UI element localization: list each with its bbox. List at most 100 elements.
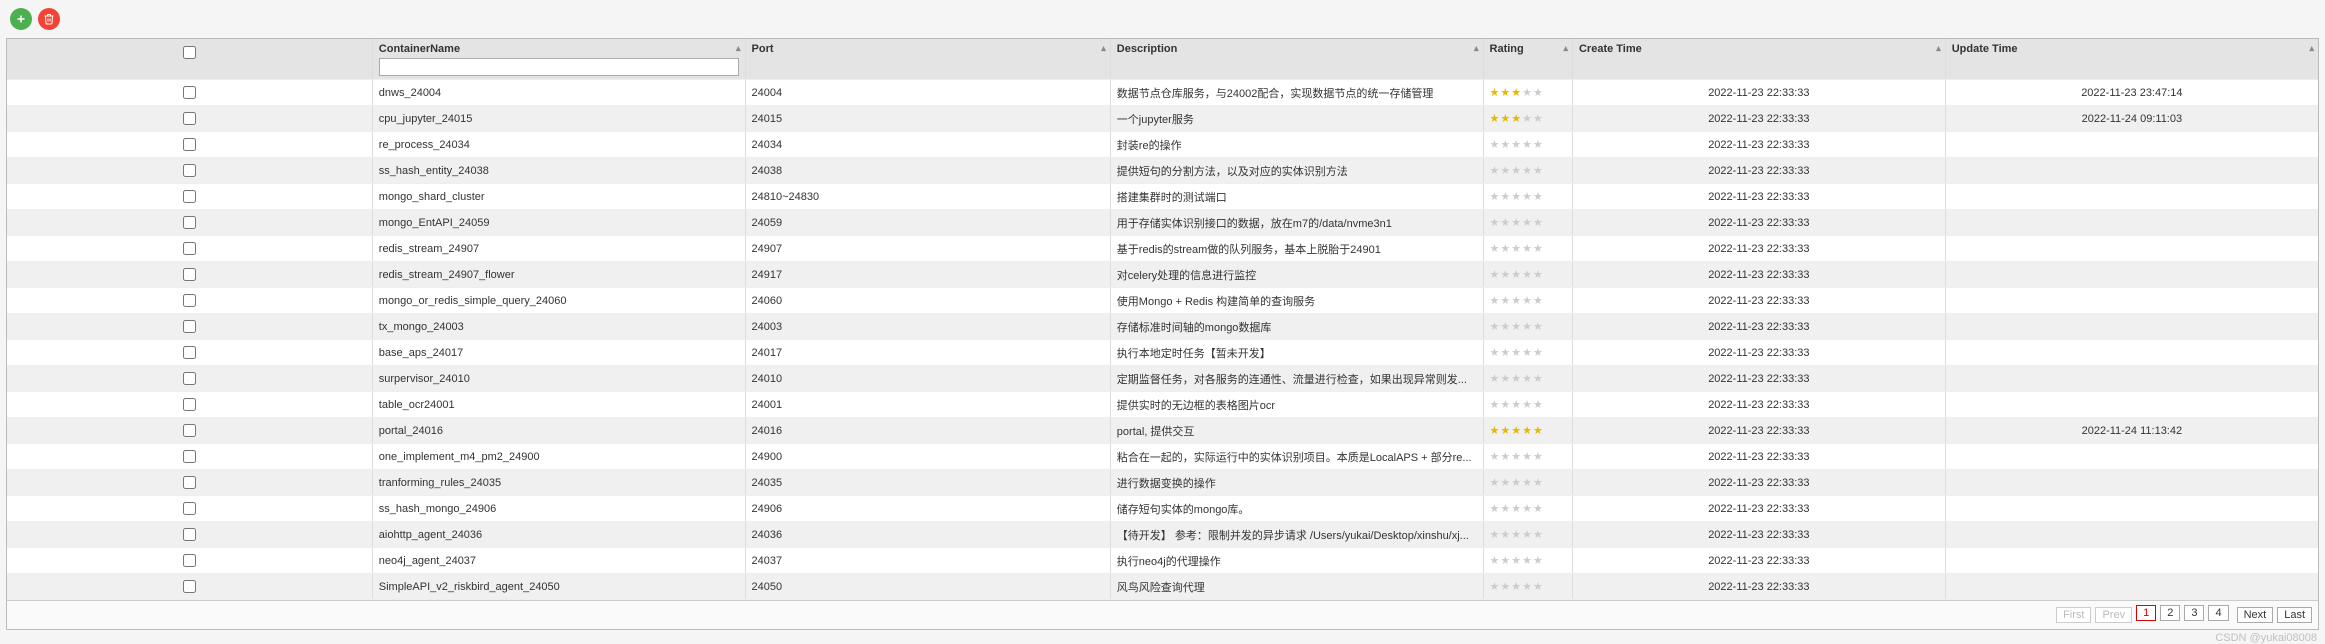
rating-stars: ★★★★★	[1490, 555, 1544, 567]
table-row[interactable]: SimpleAPI_v2_riskbird_agent_2405024050风鸟…	[7, 574, 2318, 600]
table-row[interactable]: mongo_shard_cluster24810~24830搭建集群时的测试端口…	[7, 184, 2318, 210]
cell-update-time	[1945, 470, 2318, 496]
table-row[interactable]: mongo_or_redis_simple_query_2406024060使用…	[7, 288, 2318, 314]
page-number-button[interactable]: 1	[2136, 605, 2156, 621]
cell-description: 风鸟风险查询代理	[1110, 574, 1483, 600]
row-checkbox[interactable]	[183, 216, 196, 229]
page-number-button[interactable]: 2	[2160, 605, 2180, 621]
cell-create-time: 2022-11-23 22:33:33	[1572, 314, 1945, 340]
cell-update-time	[1945, 392, 2318, 418]
table-row[interactable]: surpervisor_2401024010定期监督任务，对各服务的连通性、流量…	[7, 366, 2318, 392]
filter-name-input[interactable]	[379, 58, 739, 76]
trash-icon	[43, 13, 55, 25]
cell-update-time	[1945, 262, 2318, 288]
row-checkbox[interactable]	[183, 268, 196, 281]
rating-stars: ★★★★★	[1490, 581, 1544, 593]
table-row[interactable]: dnws_2400424004数据节点仓库服务，与24002配合，实现数据节点的…	[7, 80, 2318, 106]
cell-container-name: SimpleAPI_v2_riskbird_agent_24050	[372, 574, 745, 600]
table-row[interactable]: portal_2401624016portal, 提供交互★★★★★2022-1…	[7, 418, 2318, 444]
header-description[interactable]: Description ▴	[1110, 39, 1483, 80]
row-checkbox[interactable]	[183, 320, 196, 333]
cell-create-time: 2022-11-23 22:33:33	[1572, 236, 1945, 262]
cell-create-time: 2022-11-23 22:33:33	[1572, 106, 1945, 132]
header-rating[interactable]: Rating ▴	[1483, 39, 1572, 80]
row-checkbox[interactable]	[183, 138, 196, 151]
cell-container-name: re_process_24034	[372, 132, 745, 158]
cell-update-time	[1945, 158, 2318, 184]
row-checkbox[interactable]	[183, 112, 196, 125]
cell-update-time: 2022-11-24 09:11:03	[1945, 106, 2318, 132]
row-checkbox[interactable]	[183, 502, 196, 515]
cell-create-time: 2022-11-23 22:33:33	[1572, 392, 1945, 418]
page-next-button[interactable]: Next	[2237, 607, 2274, 623]
cell-rating: ★★★★★	[1483, 522, 1572, 548]
row-checkbox[interactable]	[183, 554, 196, 567]
rating-stars: ★★★★★	[1490, 425, 1544, 437]
cell-port: 24010	[745, 366, 1110, 392]
table-row[interactable]: mongo_EntAPI_2405924059用于存储实体识别接口的数据，放在m…	[7, 210, 2318, 236]
table-row[interactable]: tx_mongo_2400324003存储标准时间轴的mongo数据库★★★★★…	[7, 314, 2318, 340]
table-row[interactable]: cpu_jupyter_2401524015一个jupyter服务★★★★★20…	[7, 106, 2318, 132]
select-all-checkbox[interactable]	[183, 46, 196, 59]
cell-container-name: tranforming_rules_24035	[372, 470, 745, 496]
header-port[interactable]: Port ▴	[745, 39, 1110, 80]
table-row[interactable]: tranforming_rules_2403524035进行数据变换的操作★★★…	[7, 470, 2318, 496]
cell-description: 用于存储实体识别接口的数据，放在m7的/data/nvme3n1	[1110, 210, 1483, 236]
cell-port: 24034	[745, 132, 1110, 158]
row-checkbox[interactable]	[183, 164, 196, 177]
page-number-button[interactable]: 3	[2184, 605, 2204, 621]
table-row[interactable]: ss_hash_entity_2403824038提供短句的分割方法，以及对应的…	[7, 158, 2318, 184]
cell-create-time: 2022-11-23 22:33:33	[1572, 418, 1945, 444]
row-checkbox-cell	[7, 548, 372, 574]
row-checkbox[interactable]	[183, 450, 196, 463]
table-row[interactable]: ss_hash_mongo_2490624906储存短句实体的mongo库。★★…	[7, 496, 2318, 522]
table-row[interactable]: table_ocr2400124001提供实时的无边框的表格图片ocr★★★★★…	[7, 392, 2318, 418]
row-checkbox-cell	[7, 470, 372, 496]
row-checkbox[interactable]	[183, 580, 196, 593]
header-update-time[interactable]: Update Time ▴	[1945, 39, 2318, 80]
table-row[interactable]: base_aps_2401724017执行本地定时任务【暂未开发】★★★★★20…	[7, 340, 2318, 366]
cell-rating: ★★★★★	[1483, 236, 1572, 262]
page-first-button[interactable]: First	[2056, 607, 2091, 623]
table-row[interactable]: neo4j_agent_2403724037执行neo4j的代理操作★★★★★2…	[7, 548, 2318, 574]
row-checkbox[interactable]	[183, 398, 196, 411]
cell-rating: ★★★★★	[1483, 548, 1572, 574]
cell-port: 24035	[745, 470, 1110, 496]
row-checkbox[interactable]	[183, 528, 196, 541]
table-row[interactable]: one_implement_m4_pm2_2490024900粘合在一起的，实际…	[7, 444, 2318, 470]
cell-create-time: 2022-11-23 22:33:33	[1572, 366, 1945, 392]
row-checkbox[interactable]	[183, 476, 196, 489]
cell-description: 定期监督任务，对各服务的连通性、流量进行检查，如果出现异常则发...	[1110, 366, 1483, 392]
page-prev-button[interactable]: Prev	[2095, 607, 2132, 623]
table-row[interactable]: aiohttp_agent_2403624036【待开发】 参考：限制并发的异步…	[7, 522, 2318, 548]
row-checkbox[interactable]	[183, 242, 196, 255]
row-checkbox[interactable]	[183, 346, 196, 359]
table-row[interactable]: re_process_2403424034封装re的操作★★★★★2022-11…	[7, 132, 2318, 158]
table-row[interactable]: redis_stream_2490724907基于redis的stream做的队…	[7, 236, 2318, 262]
cell-port: 24810~24830	[745, 184, 1110, 210]
row-checkbox[interactable]	[183, 424, 196, 437]
header-create-time[interactable]: Create Time ▴	[1572, 39, 1945, 80]
table-row[interactable]: redis_stream_24907_flower24917对celery处理的…	[7, 262, 2318, 288]
cell-create-time: 2022-11-23 22:33:33	[1572, 574, 1945, 600]
row-checkbox-cell	[7, 80, 372, 106]
add-button[interactable]	[10, 8, 32, 30]
cell-container-name: base_aps_24017	[372, 340, 745, 366]
cell-rating: ★★★★★	[1483, 444, 1572, 470]
row-checkbox-cell	[7, 366, 372, 392]
page-last-button[interactable]: Last	[2277, 607, 2312, 623]
row-checkbox[interactable]	[183, 372, 196, 385]
cell-create-time: 2022-11-23 22:33:33	[1572, 470, 1945, 496]
row-checkbox-cell	[7, 106, 372, 132]
header-container-name[interactable]: ContainerName ▴	[372, 39, 745, 80]
page-number-button[interactable]: 4	[2208, 605, 2228, 621]
cell-description: 对celery处理的信息进行监控	[1110, 262, 1483, 288]
row-checkbox[interactable]	[183, 294, 196, 307]
cell-port: 24917	[745, 262, 1110, 288]
cell-description: 基于redis的stream做的队列服务，基本上脱胎于24901	[1110, 236, 1483, 262]
row-checkbox[interactable]	[183, 86, 196, 99]
rating-stars: ★★★★★	[1490, 139, 1544, 151]
cell-port: 24017	[745, 340, 1110, 366]
row-checkbox[interactable]	[183, 190, 196, 203]
delete-button[interactable]	[38, 8, 60, 30]
